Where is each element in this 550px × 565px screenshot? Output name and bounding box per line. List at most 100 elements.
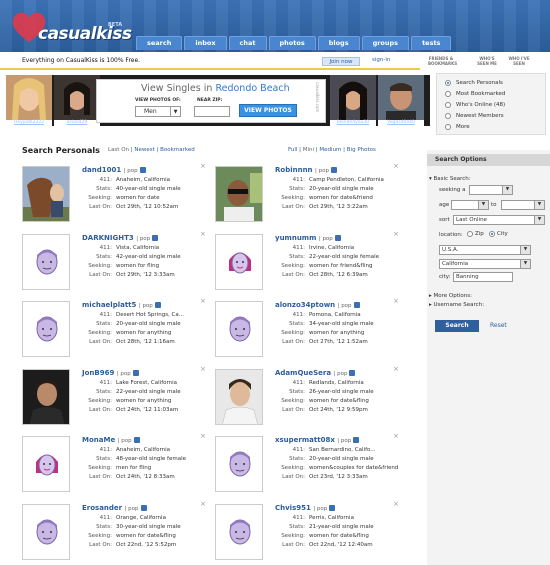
message-icon[interactable] xyxy=(353,302,360,308)
sign-in-link[interactable]: sign-in xyxy=(372,57,390,63)
age-max-select[interactable]: ▼ xyxy=(501,200,545,210)
pop-link[interactable]: | pop xyxy=(118,438,132,444)
profile-username[interactable]: alonzo34ptown xyxy=(275,301,335,309)
profile-photo[interactable] xyxy=(215,301,263,357)
profile-name[interactable]: dand1001 | pop xyxy=(82,166,146,174)
pop-link[interactable]: | pop xyxy=(125,506,139,512)
menu-more[interactable]: More xyxy=(445,124,470,130)
message-icon[interactable] xyxy=(140,505,147,511)
featured-photo[interactable] xyxy=(54,75,100,120)
radio-icon[interactable] xyxy=(445,102,451,108)
zip-input[interactable] xyxy=(194,106,230,117)
close-icon[interactable]: × xyxy=(393,297,399,305)
message-icon[interactable] xyxy=(349,370,356,376)
profile-username[interactable]: JonB969 xyxy=(82,369,114,377)
profile-name[interactable]: alonzo34ptown | pop xyxy=(275,301,360,309)
radio-icon[interactable] xyxy=(489,231,495,237)
featured-name[interactable]: asian429 xyxy=(54,120,100,126)
state-select[interactable]: California ▼ xyxy=(439,259,531,269)
seeking-select[interactable]: ▼ xyxy=(469,185,513,195)
profile-photo[interactable] xyxy=(22,436,70,492)
message-icon[interactable] xyxy=(152,235,159,241)
tab-chat[interactable]: chat xyxy=(228,36,267,50)
featured-photo[interactable] xyxy=(378,75,424,120)
profile-photo[interactable] xyxy=(215,436,263,492)
tab-whos-seen-me[interactable]: WHO'S SEEN ME xyxy=(476,56,498,66)
close-icon[interactable]: × xyxy=(393,365,399,373)
city-option[interactable]: City xyxy=(489,231,508,237)
profile-name[interactable]: AdamQueSera | pop xyxy=(275,369,356,377)
profile-name[interactable]: MonaMe | pop xyxy=(82,436,140,444)
more-options-toggle[interactable]: ▸ More Options: xyxy=(429,293,472,299)
menu-whos-online[interactable]: Who's Online (48) xyxy=(445,102,505,108)
tab-groups[interactable]: groups xyxy=(361,36,410,50)
pop-link[interactable]: | pop xyxy=(313,506,327,512)
pop-link[interactable]: | pop xyxy=(136,236,150,242)
pop-link[interactable]: | pop xyxy=(337,438,351,444)
view-medium[interactable]: Medium xyxy=(319,147,341,153)
view-big-photos[interactable]: Big Photos xyxy=(347,147,376,153)
join-now-button[interactable]: Join now xyxy=(322,57,360,66)
tab-inbox[interactable]: inbox xyxy=(184,36,227,50)
menu-most-bookmarked[interactable]: Most Bookmarked xyxy=(445,91,505,97)
message-icon[interactable] xyxy=(334,235,341,241)
close-icon[interactable]: × xyxy=(393,432,399,440)
zip-option[interactable]: Zip xyxy=(467,231,484,237)
radio-icon[interactable] xyxy=(445,113,451,119)
tab-search[interactable]: search xyxy=(136,36,183,50)
age-min-select[interactable]: ▼ xyxy=(451,200,489,210)
profile-name[interactable]: Chvis951 | pop xyxy=(275,504,336,512)
radio-icon[interactable] xyxy=(467,231,473,237)
profile-name[interactable]: yumnumm | pop xyxy=(275,234,341,242)
close-icon[interactable]: × xyxy=(200,162,206,170)
profile-username[interactable]: Erosander xyxy=(82,504,122,512)
close-icon[interactable]: × xyxy=(393,230,399,238)
profile-photo[interactable] xyxy=(215,504,263,560)
close-icon[interactable]: × xyxy=(393,162,399,170)
basic-search-toggle[interactable]: ▾ Basic Search: xyxy=(429,176,471,182)
profile-username[interactable]: yumnumm xyxy=(275,234,316,242)
pop-link[interactable]: | pop xyxy=(124,168,138,174)
username-search-toggle[interactable]: ▸ Username Search: xyxy=(429,302,484,308)
sort-newest[interactable]: Newest xyxy=(134,147,154,153)
close-icon[interactable]: × xyxy=(393,500,399,508)
message-icon[interactable] xyxy=(133,437,140,443)
tab-who-ive-seen[interactable]: WHO I'VE SEEN xyxy=(508,56,530,66)
pop-link[interactable]: | pop xyxy=(117,371,131,377)
close-icon[interactable]: × xyxy=(200,432,206,440)
view-full[interactable]: Full xyxy=(288,147,297,153)
featured-name[interactable]: Vegas40440 xyxy=(378,120,424,126)
close-icon[interactable]: × xyxy=(200,500,206,508)
radio-icon[interactable] xyxy=(445,124,451,130)
profile-photo[interactable] xyxy=(215,166,263,222)
featured-photo[interactable] xyxy=(330,75,376,120)
gender-select[interactable]: Men ▼ xyxy=(135,106,181,117)
profile-name[interactable]: Robinnnn | pop xyxy=(275,166,337,174)
close-icon[interactable]: × xyxy=(200,365,206,373)
message-icon[interactable] xyxy=(154,302,161,308)
profile-username[interactable]: dand1001 xyxy=(82,166,121,174)
profile-username[interactable]: Chvis951 xyxy=(275,504,311,512)
profile-photo[interactable] xyxy=(22,504,70,560)
profile-photo[interactable] xyxy=(22,166,70,222)
search-button[interactable]: Search xyxy=(435,320,479,332)
profile-photo[interactable] xyxy=(215,369,263,425)
tab-blogs[interactable]: blogs xyxy=(317,36,360,50)
profile-photo[interactable] xyxy=(22,301,70,357)
profile-username[interactable]: xsupermatt08x xyxy=(275,436,335,444)
pop-link[interactable]: | pop xyxy=(319,236,333,242)
profile-name[interactable]: xsupermatt08x | pop xyxy=(275,436,360,444)
tab-photos[interactable]: photos xyxy=(268,36,316,50)
reset-link[interactable]: Reset xyxy=(490,322,507,329)
radio-icon[interactable] xyxy=(445,91,451,97)
tab-tests[interactable]: tests xyxy=(411,36,452,50)
profile-name[interactable]: Erosander | pop xyxy=(82,504,147,512)
menu-search-personals[interactable]: Search Personals xyxy=(445,80,503,86)
message-icon[interactable] xyxy=(132,370,139,376)
pop-link[interactable]: | pop xyxy=(139,303,153,309)
menu-newest-members[interactable]: Newest Members xyxy=(445,113,504,119)
featured-photo[interactable] xyxy=(6,75,52,120)
sort-last-on[interactable]: Last On xyxy=(108,147,129,153)
message-icon[interactable] xyxy=(329,505,336,511)
pop-link[interactable]: | pop xyxy=(315,168,329,174)
